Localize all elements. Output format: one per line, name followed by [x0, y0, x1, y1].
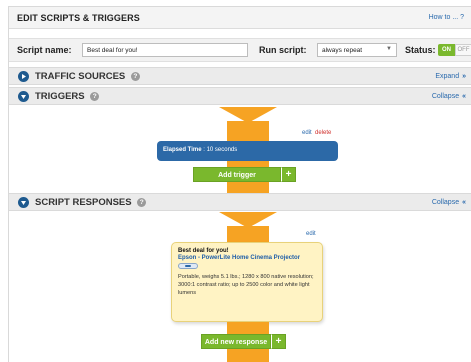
flow-connector	[227, 121, 269, 141]
status-label: Status:	[405, 45, 436, 55]
trigger-edit-link[interactable]: edit	[302, 130, 312, 136]
response-title: Best deal for you!	[178, 248, 229, 254]
traffic-sources-header[interactable]: TRAFFIC SOURCES ? Expand»	[9, 67, 471, 85]
status-toggle[interactable]: ON OFF	[438, 44, 471, 56]
collapse-link[interactable]: Collapse «	[432, 93, 466, 100]
add-trigger-button[interactable]: Add trigger	[193, 167, 281, 182]
how-to-link[interactable]: How to ... ?	[429, 14, 464, 21]
run-script-value: always repeat	[322, 47, 363, 54]
status-off-option[interactable]: OFF	[455, 44, 471, 56]
run-script-label: Run script:	[259, 45, 307, 55]
product-badge-icon	[178, 263, 198, 269]
script-settings-bar: Script name: Best deal for you! Run scri…	[9, 38, 471, 62]
run-script-select[interactable]: always repeat ▼	[317, 43, 397, 57]
trigger-detail: : 10 seconds	[201, 147, 238, 153]
collapse-icon	[18, 91, 29, 102]
trigger-item[interactable]: Elapsed Time : 10 seconds	[157, 141, 338, 161]
traffic-sources-title: TRAFFIC SOURCES	[35, 71, 126, 82]
script-name-label: Script name:	[17, 45, 72, 55]
script-responses-header[interactable]: SCRIPT RESPONSES ? Collapse «	[9, 193, 471, 211]
response-edit-link[interactable]: edit	[306, 231, 316, 237]
double-chevron-up-icon: «	[462, 93, 466, 100]
double-chevron-up-icon: «	[462, 199, 466, 206]
status-on-option[interactable]: ON	[438, 44, 455, 56]
editor-panel: EDIT SCRIPTS & TRIGGERS How to ... ? Scr…	[8, 6, 471, 362]
response-card[interactable]: Best deal for you! Epson - PowerLite Hom…	[171, 242, 323, 322]
help-icon[interactable]: ?	[137, 198, 147, 207]
collapse-icon	[18, 197, 29, 208]
add-response-button[interactable]: Add new response	[201, 334, 271, 349]
add-response-plus-button[interactable]: +	[271, 334, 286, 349]
response-description: Portable, weighs 5.1 lbs.; 1280 x 800 na…	[178, 274, 314, 296]
dropdown-arrow-icon: ▼	[386, 46, 392, 52]
trigger-delete-link[interactable]: delete	[315, 130, 331, 136]
script-name-input[interactable]: Best deal for you!	[82, 43, 248, 57]
page-title: EDIT SCRIPTS & TRIGGERS	[17, 13, 140, 23]
triggers-title: TRIGGERS	[35, 91, 85, 102]
double-chevron-down-icon: »	[462, 73, 466, 80]
expand-link[interactable]: Expand»	[435, 73, 466, 80]
add-trigger-plus-button[interactable]: +	[281, 167, 296, 182]
trigger-name: Elapsed Time	[163, 147, 202, 153]
collapse-link[interactable]: Collapse «	[432, 199, 466, 206]
help-icon[interactable]: ?	[90, 92, 100, 101]
triggers-header[interactable]: TRIGGERS ? Collapse «	[9, 87, 471, 105]
response-product-link[interactable]: Epson - PowerLite Home Cinema Projector	[178, 255, 316, 261]
editor-header: EDIT SCRIPTS & TRIGGERS How to ... ?	[9, 7, 471, 29]
flow-connector	[227, 226, 269, 242]
script-responses-title: SCRIPT RESPONSES	[35, 197, 132, 208]
play-icon	[18, 71, 29, 82]
help-icon[interactable]: ?	[130, 72, 140, 81]
